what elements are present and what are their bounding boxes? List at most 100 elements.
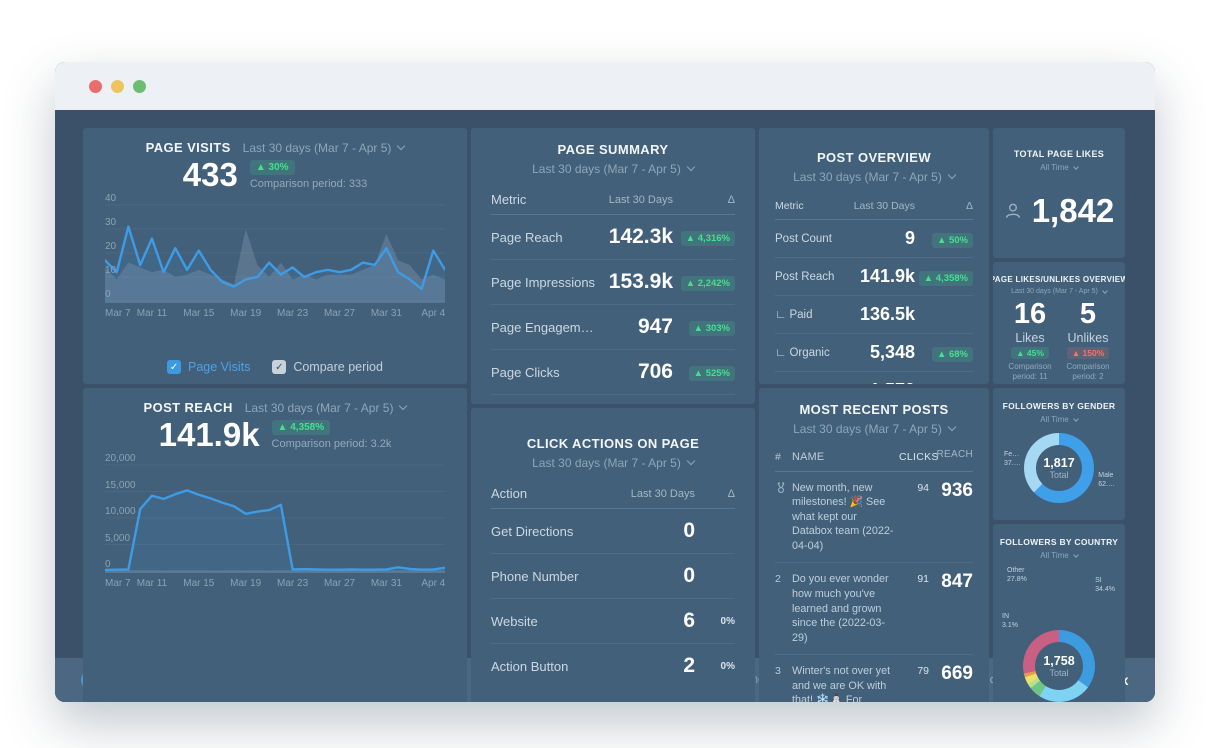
metric-value: 0 [683,564,695,587]
date-range-value: Last 30 days (Mar 7 - Apr 5) [793,170,942,184]
header-rank: # [775,451,782,463]
close-window-icon[interactable] [89,79,102,93]
post-reach: 847 [941,571,973,593]
date-range-dropdown[interactable]: Last 30 days (Mar 7 - Apr 5) [245,401,408,415]
header-period: Last 30 Days [608,193,673,206]
table-header: # NAME CLICKS REACH [775,450,973,472]
table-row: ∟ Paid 136.5k [775,296,973,334]
metric-label: Page Impressions [491,274,596,290]
checkbox-checked-icon[interactable]: ✓ [272,360,287,374]
page-visits-card: PAGE VISITS Last 30 days (Mar 7 - Apr 5)… [83,128,467,384]
metric-label: Post Count [775,232,832,245]
metric-label: Action Button [491,658,569,674]
post-clicks: 91 [917,573,929,586]
date-range-dropdown[interactable]: All Time [1040,415,1079,424]
header-period: Last 30 Days [853,200,915,212]
table-row: Phone Number 0 [491,554,735,599]
metric-label: Get Directions [491,523,574,539]
date-range-value: Last 30 days (Mar 7 - Apr 5) [1011,288,1098,295]
donut-total-label: Total [1049,667,1069,678]
post-clicks: 79 [917,665,929,678]
header-metric: Metric [491,192,527,207]
donut-label-male: Male 62.… [1098,471,1115,488]
header-delta: Δ [727,487,735,500]
date-range-dropdown[interactable]: Last 30 days (Mar 7 - Apr 5) [532,456,696,470]
comparison-period: Comparison period: 2 [1066,362,1110,382]
table-row: Page Reach 142.3k ▲ 4,316% [491,215,735,260]
metric-value: 0 [683,519,695,542]
unlikes-block: 5 Unlikes ▲ 150% Comparison period: 2 [1059,299,1117,382]
post-reach-card: POST REACH Last 30 days (Mar 7 - Apr 5) … [83,388,467,702]
post-reach: 936 [941,479,973,501]
delta-badge: ▲ 45% [1011,347,1049,360]
date-range-dropdown[interactable]: Last 30 days (Mar 7 - Apr 5) [793,422,957,436]
donut-label-si: SI 34.4% [1095,577,1115,594]
header-metric: Metric [775,200,804,212]
chevron-down-icon [686,456,696,466]
person-icon [1005,203,1020,218]
minimize-window-icon[interactable] [111,79,124,93]
delta-badge: ▲ 30% [249,160,295,175]
legend-compare-period[interactable]: ✓ Compare period [272,360,383,374]
delta-plain: 0% [720,615,735,627]
post-row[interactable]: 3 Winter's not over yet and we are OK wi… [775,655,973,702]
date-range-dropdown[interactable]: Last 30 days (Mar 7 - Apr 5) [532,162,696,176]
chevron-down-icon [947,170,957,180]
date-range-dropdown[interactable]: Last 30 days (Mar 7 - Apr 5) [793,170,957,184]
followers-gender-card: FOLLOWERS BY GENDER All Time 1,817 Total… [993,388,1125,520]
table-row: Get Directions 0 [491,509,735,554]
page-visits-value: 433 [182,156,238,193]
followers-country-card: FOLLOWERS BY COUNTRY All Time 1,758 Tota… [993,524,1125,702]
post-row[interactable]: 2 Do you ever wonder how much you've lea… [775,563,973,656]
delta-badge: ▲ 150% [1066,347,1110,360]
legend-label: Compare period [293,360,383,374]
metric-label: Website [491,613,538,629]
delta-badge: ▲ 50% [931,232,973,248]
post-row[interactable]: New month, new milestones! 🎉 See what ke… [775,472,973,564]
likes-unlikes-card: PAGE LIKES/UNLIKES OVERVIEW Last 30 days… [993,262,1125,384]
table-row: Page Engagements 947 ▲ 303% [491,305,735,350]
delta-badge: ▲ 303% [688,321,735,336]
metric-value: 142.3k [608,225,673,248]
metric-value: 947 [637,315,673,338]
likes-label: Likes [1015,331,1045,346]
table-header: Metric Last 30 Days Δ [775,200,973,220]
card-title: TOTAL PAGE LIKES [1013,149,1105,159]
x-axis-labels: Mar 7 Mar 11 Mar 15 Mar 19 Mar 23 Mar 27 Mar 3… [105,308,446,319]
metric-value: 141.9k [859,266,915,286]
maximize-window-icon[interactable] [133,79,146,93]
date-range-dropdown[interactable]: All Time [1040,163,1079,172]
metric-value: 2 [683,654,695,677]
table-row: Post Reach 141.9k ▲ 4,358% [775,258,973,296]
delta-badge: ▲ 2,242% [680,276,735,291]
delta-badge: ▲ 68% [931,346,973,362]
delta-badge: ▲ 4,358% [918,270,973,286]
checkbox-checked-icon[interactable]: ✓ [167,360,182,374]
chevron-down-icon [1072,415,1079,422]
date-range-dropdown[interactable]: Last 30 days (Mar 7 - Apr 5) [243,141,406,155]
chevron-down-icon [397,141,406,151]
table-row: ∟ Organic 5,348 ▲ 68% [775,334,973,372]
donut-label-in: IN 3.1% [1002,613,1018,630]
donut-total-label: Total [1049,469,1069,480]
card-title: MOST RECENT POSTS [799,402,949,417]
date-range-dropdown[interactable]: Last 30 days (Mar 7 - Apr 5) [1011,287,1108,295]
date-range-dropdown[interactable]: All Time [1040,551,1079,560]
dashboard: PAGE VISITS Last 30 days (Mar 7 - Apr 5)… [55,110,1155,702]
metric-label: Post Reach [775,270,835,283]
legend-page-visits[interactable]: ✓ Page Visits [167,360,250,374]
metric-value: 9 [904,228,915,248]
chevron-down-icon [947,422,957,432]
post-name: Do you ever wonder how much you've learn… [792,573,889,644]
chevron-down-icon [686,162,696,172]
metric-value: 153.9k [608,270,673,293]
date-range-value: All Time [1040,415,1069,424]
table-row: Page Impressions 153.9k ▲ 2,242% [491,260,735,305]
delta-badge: ▲ 4,316% [680,231,735,246]
post-reach-value: 141.9k [158,416,260,453]
date-range-value: Last 30 days (Mar 7 - Apr 5) [793,422,942,436]
total-page-likes-card: TOTAL PAGE LIKES All Time 1,842 [993,128,1125,258]
metric-label: Page Reach [491,229,563,245]
card-title: PAGE SUMMARY [557,142,669,157]
chevron-down-icon [399,401,408,411]
